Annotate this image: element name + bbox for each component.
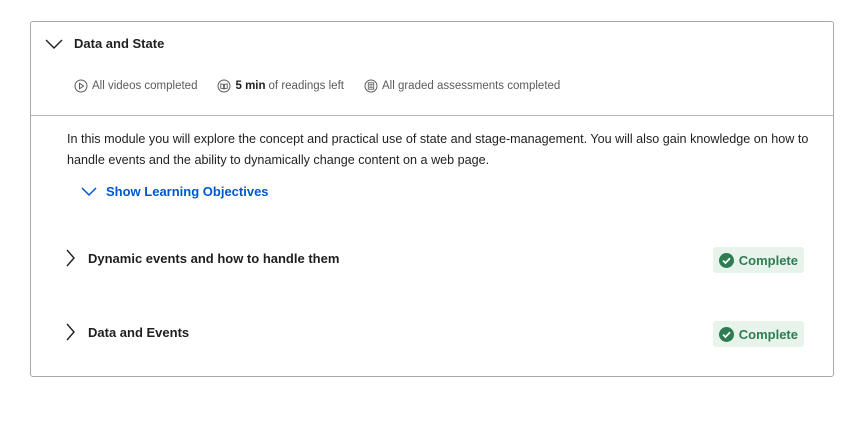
chevron-right-icon xyxy=(64,248,76,268)
lesson-row: Data and Events Complete xyxy=(64,318,804,347)
module-description: In this module you will explore the conc… xyxy=(67,132,809,167)
lesson-title: Dynamic events and how to handle them xyxy=(88,250,340,266)
chevron-down-icon xyxy=(80,186,106,197)
status-badge-label: Complete xyxy=(738,252,798,268)
lesson-title: Data and Events xyxy=(88,324,190,340)
module-title: Data and State xyxy=(74,36,165,51)
check-circle-icon xyxy=(718,252,739,268)
assessments-status: All graded assessments completed xyxy=(364,79,560,93)
show-learning-objectives-button[interactable]: Show Learning Objectives xyxy=(80,184,269,199)
check-circle-icon xyxy=(718,326,739,342)
module-header: Data and State All videos completed 5 mi… xyxy=(31,22,833,116)
lesson-toggle[interactable]: Dynamic events and how to handle them xyxy=(64,248,339,268)
assessments-status-text: All graded assessments completed xyxy=(381,80,561,92)
lesson-row: Dynamic events and how to handle them Co… xyxy=(64,244,804,273)
assessment-icon xyxy=(364,79,382,93)
readings-status-text: of readings left xyxy=(268,80,344,92)
status-badge-label: Complete xyxy=(738,326,798,342)
videos-status-text: All videos completed xyxy=(92,80,198,92)
chevron-right-icon xyxy=(64,322,76,342)
chevron-down-icon xyxy=(44,38,64,50)
play-circle-icon xyxy=(74,79,92,93)
status-badge: Complete xyxy=(712,321,804,347)
module-card: Data and State All videos completed 5 mi… xyxy=(30,21,834,377)
show-learning-objectives-label: Show Learning Objectives xyxy=(106,184,269,199)
module-toggle[interactable]: Data and State xyxy=(44,36,164,51)
reading-icon xyxy=(217,79,235,93)
module-progress-meta: All videos completed 5 min of readings l… xyxy=(74,79,580,93)
status-badge: Complete xyxy=(712,247,804,273)
readings-status: 5 min of readings left xyxy=(217,79,344,93)
videos-status: All videos completed xyxy=(74,79,197,93)
lesson-toggle[interactable]: Data and Events xyxy=(64,322,189,342)
readings-time-left: 5 min xyxy=(235,80,266,92)
